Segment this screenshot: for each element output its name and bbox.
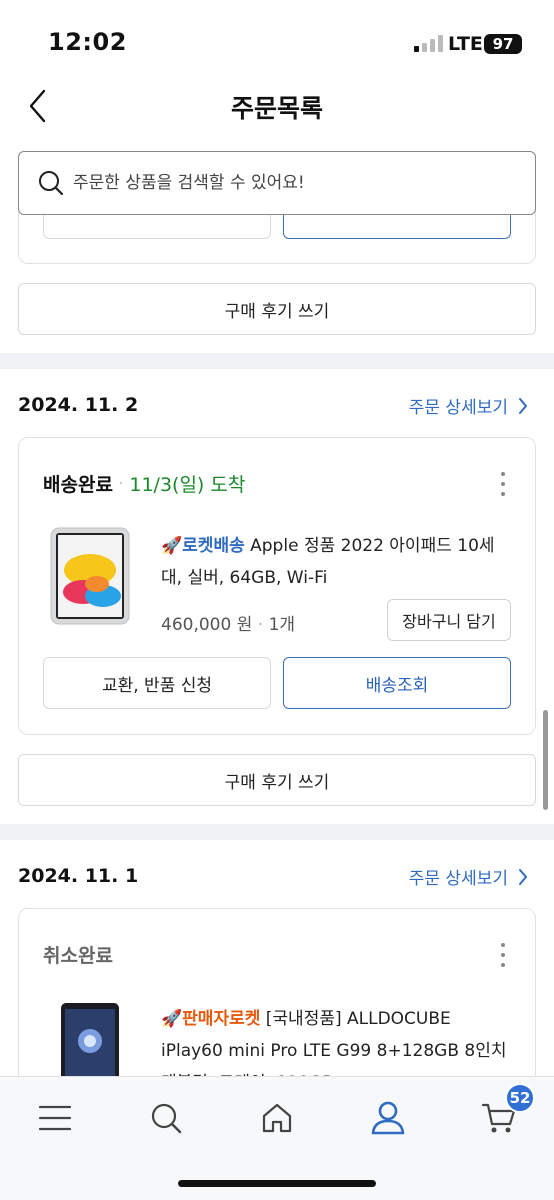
order-detail-label: 주문 상세보기 bbox=[408, 398, 508, 418]
page-header: 주문목록 bbox=[0, 80, 554, 136]
home-indicator bbox=[178, 1180, 376, 1187]
status-label: 배송완료 bbox=[43, 474, 113, 496]
network-type: LTE bbox=[448, 33, 483, 55]
add-to-cart-button[interactable]: 장바구니 담기 bbox=[387, 599, 511, 641]
chevron-right-icon bbox=[519, 397, 527, 414]
rocket-icon: 🚀 bbox=[161, 1009, 183, 1029]
delivery-status: 배송완료 · 11/3(일) 도착 bbox=[43, 470, 245, 497]
more-options-icon[interactable] bbox=[499, 472, 507, 496]
cart-count-badge: 52 bbox=[505, 1083, 535, 1113]
product-thumbnail[interactable] bbox=[45, 526, 135, 626]
status-separator: · bbox=[118, 475, 124, 492]
previous-review-button[interactable]: 구매 후기 쓰기 bbox=[18, 283, 536, 335]
search-input[interactable] bbox=[73, 173, 493, 193]
order-detail-link[interactable]: 주문 상세보기 bbox=[409, 864, 528, 889]
page-title: 주문목록 bbox=[230, 94, 323, 123]
battery-indicator: 97 bbox=[484, 34, 522, 54]
status-label: 취소완료 bbox=[43, 945, 113, 967]
order-date: 2024. 11. 2 bbox=[18, 394, 139, 416]
chevron-right-icon bbox=[519, 868, 527, 885]
status-time: 12:02 bbox=[48, 28, 127, 56]
seller-rocket-badge: 판매자로켓 bbox=[182, 1009, 261, 1029]
product-price: 460,000 원 bbox=[161, 615, 253, 635]
more-options-icon[interactable] bbox=[499, 943, 507, 967]
tab-search[interactable] bbox=[141, 1095, 191, 1141]
order-date: 2024. 11. 1 bbox=[18, 865, 139, 887]
home-icon bbox=[262, 1103, 292, 1133]
menu-icon bbox=[38, 1105, 72, 1131]
price-separator: · bbox=[257, 615, 264, 635]
tracking-button[interactable]: 배송조회 bbox=[283, 657, 511, 709]
my-account-icon bbox=[371, 1101, 405, 1135]
order-status: 취소완료 bbox=[43, 941, 113, 968]
rocket-icon: 🚀 bbox=[161, 536, 183, 556]
order-detail-label: 주문 상세보기 bbox=[408, 869, 508, 889]
tab-my-account[interactable] bbox=[363, 1095, 413, 1141]
exchange-return-button[interactable]: 교환, 반품 신청 bbox=[43, 657, 271, 709]
product-quantity: 1개 bbox=[268, 615, 296, 635]
search-icon bbox=[151, 1103, 182, 1134]
search-box[interactable] bbox=[18, 151, 536, 215]
section-divider bbox=[0, 824, 554, 840]
tab-menu[interactable] bbox=[30, 1095, 80, 1141]
search-icon bbox=[39, 171, 64, 196]
scrollbar[interactable] bbox=[543, 710, 548, 810]
section-divider bbox=[0, 353, 554, 369]
order-detail-link[interactable]: 주문 상세보기 bbox=[409, 393, 528, 418]
product-title[interactable]: 🚀로켓배송 Apple 정품 2022 아이패드 10세대, 실버, 64GB,… bbox=[161, 530, 511, 594]
ipad-image bbox=[50, 527, 130, 625]
status-bar: 12:02 LTE 97 bbox=[0, 0, 554, 90]
write-review-button[interactable]: 구매 후기 쓰기 bbox=[18, 754, 536, 806]
tab-home[interactable] bbox=[252, 1095, 302, 1141]
signal-icon bbox=[414, 34, 443, 52]
rocket-delivery-badge: 로켓배송 bbox=[182, 536, 245, 556]
arrival-date: 11/3(일) 도착 bbox=[129, 474, 246, 496]
product-price-quantity: 460,000 원 · 1개 bbox=[161, 610, 295, 635]
order-card: 배송완료 · 11/3(일) 도착 🚀로켓배송 Apple 정품 2022 아이… bbox=[18, 437, 536, 735]
